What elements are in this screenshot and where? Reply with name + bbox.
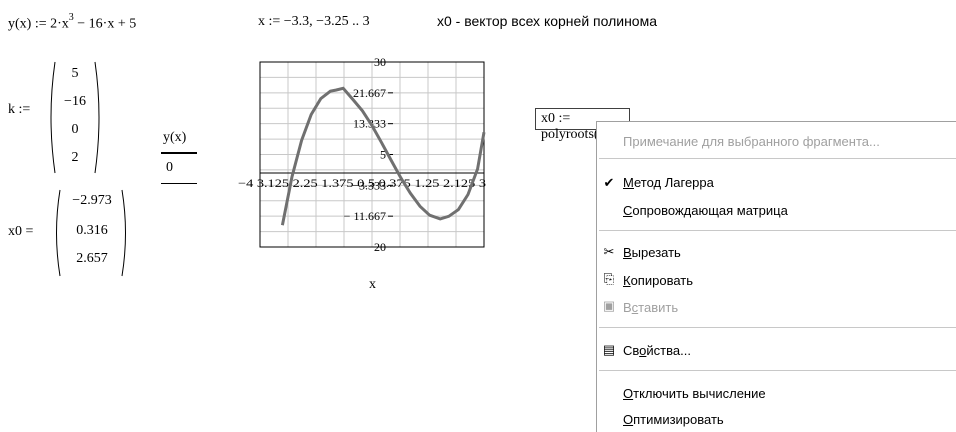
x-range-definition: x := −3.3, −3.25 .. 3 <box>258 14 370 29</box>
k-cell: −16 <box>64 94 86 109</box>
menu-separator <box>599 370 956 371</box>
checkmark-icon: ✔ <box>603 175 615 190</box>
x0-comment: x0 - вектор всех корней полинома <box>437 13 658 29</box>
plot-x-label: x <box>369 277 376 292</box>
menu-separator <box>599 327 956 328</box>
menu-separator <box>599 230 956 231</box>
paste-icon: ▣ <box>602 298 616 313</box>
y-table-header-rule <box>161 152 197 154</box>
y-def-suffix: − 16·x + 5 <box>73 16 137 32</box>
y-tick-labels: 3021.66713.3335−3.333− 11.667− 20 <box>344 55 393 252</box>
x0-cell: 2.657 <box>76 251 108 266</box>
context-menu: Примечание для выбранного фрагмента... ✔… <box>596 121 956 432</box>
k-matrix: 5 −16 0 2 <box>45 60 105 175</box>
menu-item-paste[interactable]: Вставить <box>623 300 678 315</box>
xy-plot[interactable]: 3021.66713.3335−3.333− 11.667− 20 −4 3.1… <box>235 52 495 252</box>
k-cell: 5 <box>71 66 79 81</box>
menu-item-laguerre[interactable]: Метод Лагерра <box>623 175 714 190</box>
y-tick-label: − 20 <box>364 240 386 252</box>
menu-item-disable-eval[interactable]: Отключить вычисление <box>623 386 766 401</box>
properties-icon: ▤ <box>602 342 616 357</box>
x0-label: x0 = <box>8 224 34 239</box>
y-tick-label: 21.667 <box>353 86 386 100</box>
menu-item-note[interactable]: Примечание для выбранного фрагмента... <box>623 134 880 149</box>
y-table-header: y(x) <box>163 130 187 145</box>
x0-matrix: −2.973 0.316 2.657 <box>52 188 132 278</box>
y-definition: y(x) := 2·x3 − 16·x + 5 <box>8 12 137 33</box>
menu-item-copy[interactable]: Копировать <box>623 273 693 288</box>
y-table-bottom-rule <box>161 183 197 184</box>
k-cell: 2 <box>71 150 79 165</box>
x-tick-labels: −4 3.125 2.25 1.375 0.5 0.375 1.25 2.125… <box>238 176 486 190</box>
x0-cell: 0.316 <box>76 223 108 238</box>
x0-cell: −2.973 <box>72 193 112 208</box>
menu-item-optimize[interactable]: Оптимизировать <box>623 412 724 427</box>
menu-item-companion[interactable]: Сопровождающая матрица <box>623 203 788 218</box>
y-tick-label: − 11.667 <box>344 209 386 223</box>
y-table-value[interactable]: 0 <box>166 160 173 176</box>
y-def-text: y(x) := 2·x <box>8 16 69 32</box>
k-label: k := <box>8 102 31 117</box>
menu-separator <box>599 158 956 159</box>
y-def-exponent: 3 <box>68 12 74 23</box>
scissors-icon: ✂ <box>603 244 615 259</box>
menu-item-cut[interactable]: Вырезать <box>623 245 681 260</box>
k-cell: 0 <box>71 122 79 137</box>
menu-item-properties[interactable]: Свойства... <box>623 343 691 358</box>
y-tick-label: 30 <box>374 55 386 69</box>
copy-icon: ⎘ <box>603 271 615 286</box>
